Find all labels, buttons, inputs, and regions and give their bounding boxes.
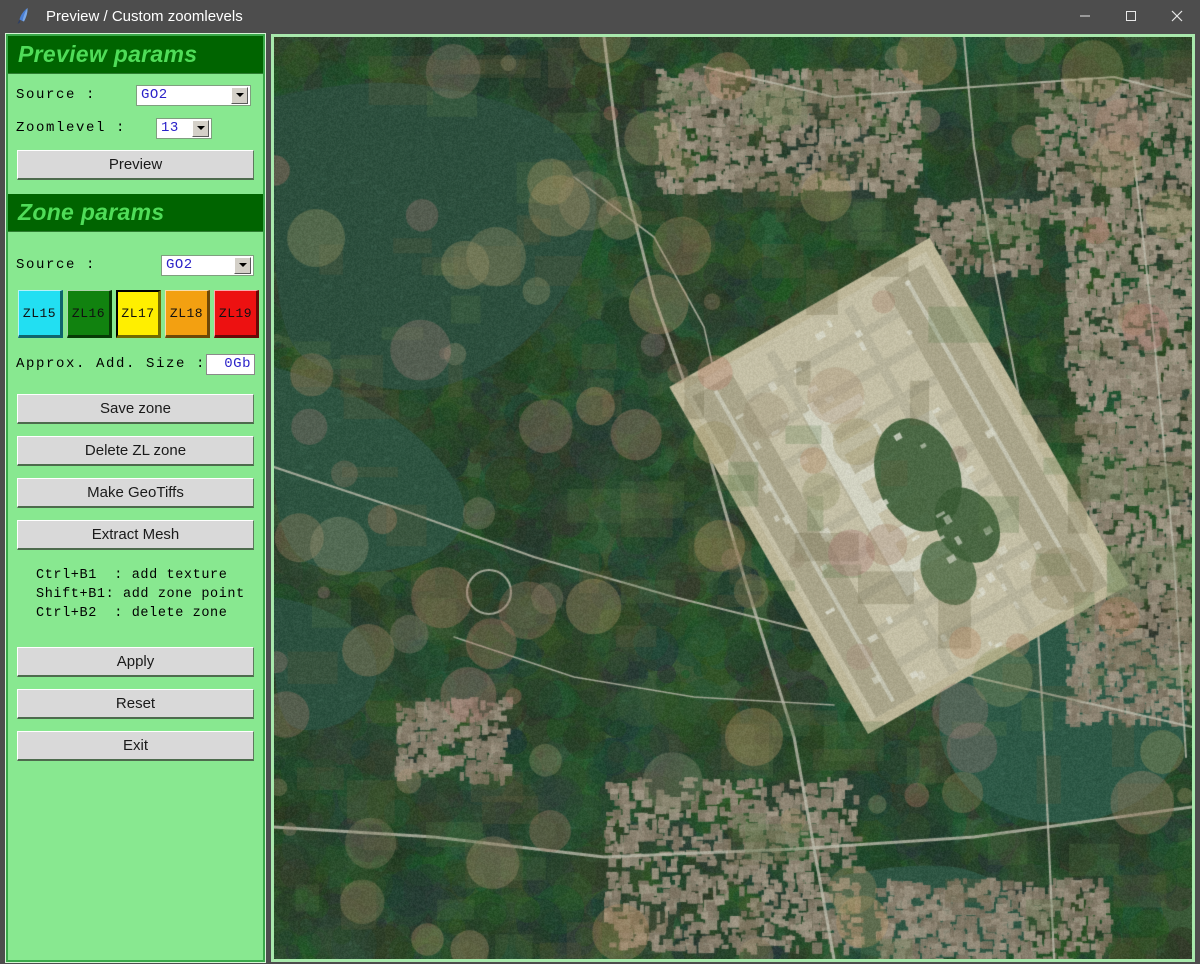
satellite-imagery-preview[interactable] — [274, 37, 1192, 959]
make-geotiffs-button[interactable]: Make GeoTiffs — [17, 478, 254, 508]
feather-quill-icon — [8, 0, 38, 32]
chevron-down-icon[interactable] — [234, 257, 251, 274]
extract-mesh-button[interactable]: Extract Mesh — [17, 520, 254, 550]
zoomlevel-button-zl16[interactable]: ZL16 — [67, 290, 112, 338]
preview-source-row: Source : GO2 — [16, 83, 255, 107]
reset-button[interactable]: Reset — [17, 689, 254, 719]
zone-source-row: Source : GO2 — [16, 253, 255, 277]
minimize-button[interactable] — [1062, 0, 1108, 32]
zoomlevel-button-zl18[interactable]: ZL18 — [165, 290, 210, 338]
preview-params-title: Preview params — [18, 41, 197, 68]
close-button[interactable] — [1154, 0, 1200, 32]
preview-zoomlevel-value: 13 — [157, 120, 192, 136]
approx-size-label: Approx. Add. Size : — [16, 356, 206, 372]
maximize-button[interactable] — [1108, 0, 1154, 32]
preview-params-header: Preview params — [8, 36, 263, 74]
approx-size-row: Approx. Add. Size : 0Gb — [16, 352, 255, 376]
approx-size-value: 0Gb — [224, 356, 251, 372]
zone-source-label: Source : — [16, 257, 161, 273]
delete-zl-zone-button[interactable]: Delete ZL zone — [17, 436, 254, 466]
zoomlevel-button-zl17[interactable]: ZL17 — [116, 290, 161, 338]
preview-zoomlevel-select[interactable]: 13 — [156, 118, 212, 139]
chevron-down-icon[interactable] — [231, 87, 248, 104]
preview-source-select[interactable]: GO2 — [136, 85, 251, 106]
keyboard-shortcuts-help: Ctrl+B1 : add texture Shift+B1: add zone… — [36, 566, 263, 623]
window-title: Preview / Custom zoomlevels — [46, 8, 243, 25]
chevron-down-icon[interactable] — [192, 120, 209, 137]
zoomlevel-button-label: ZL17 — [121, 306, 154, 321]
map-preview-panel[interactable] — [271, 34, 1195, 962]
apply-button[interactable]: Apply — [17, 647, 254, 677]
window-controls[interactable] — [1062, 0, 1200, 32]
preview-zoomlevel-row: Zoomlevel : 13 — [16, 116, 255, 140]
zoomlevel-button-zl15[interactable]: ZL15 — [18, 290, 63, 338]
window-body: Preview params Source : GO2 Zoomlevel : … — [0, 32, 1200, 964]
zoomlevel-button-zl19[interactable]: ZL19 — [214, 290, 259, 338]
save-zone-button[interactable]: Save zone — [17, 394, 254, 424]
control-panel: Preview params Source : GO2 Zoomlevel : … — [6, 34, 265, 962]
zoomlevel-button-label: ZL15 — [23, 306, 56, 321]
zoomlevel-button-label: ZL18 — [170, 306, 203, 321]
zone-params-header: Zone params — [8, 194, 263, 232]
zone-source-value: GO2 — [162, 257, 234, 273]
approx-size-field[interactable]: 0Gb — [206, 354, 255, 375]
exit-button[interactable]: Exit — [17, 731, 254, 761]
zoomlevel-button-label: ZL16 — [72, 306, 105, 321]
preview-source-label: Source : — [16, 87, 136, 103]
zone-params-title: Zone params — [18, 199, 164, 226]
preview-zoomlevel-label: Zoomlevel : — [16, 120, 156, 136]
zoomlevel-button-group[interactable]: ZL15 ZL16 ZL17 ZL18 ZL19 — [18, 290, 263, 338]
zone-source-select[interactable]: GO2 — [161, 255, 254, 276]
zoomlevel-button-label: ZL19 — [219, 306, 252, 321]
preview-source-value: GO2 — [137, 87, 231, 103]
preview-button[interactable]: Preview — [17, 150, 254, 180]
window-titlebar[interactable]: Preview / Custom zoomlevels — [0, 0, 1200, 32]
